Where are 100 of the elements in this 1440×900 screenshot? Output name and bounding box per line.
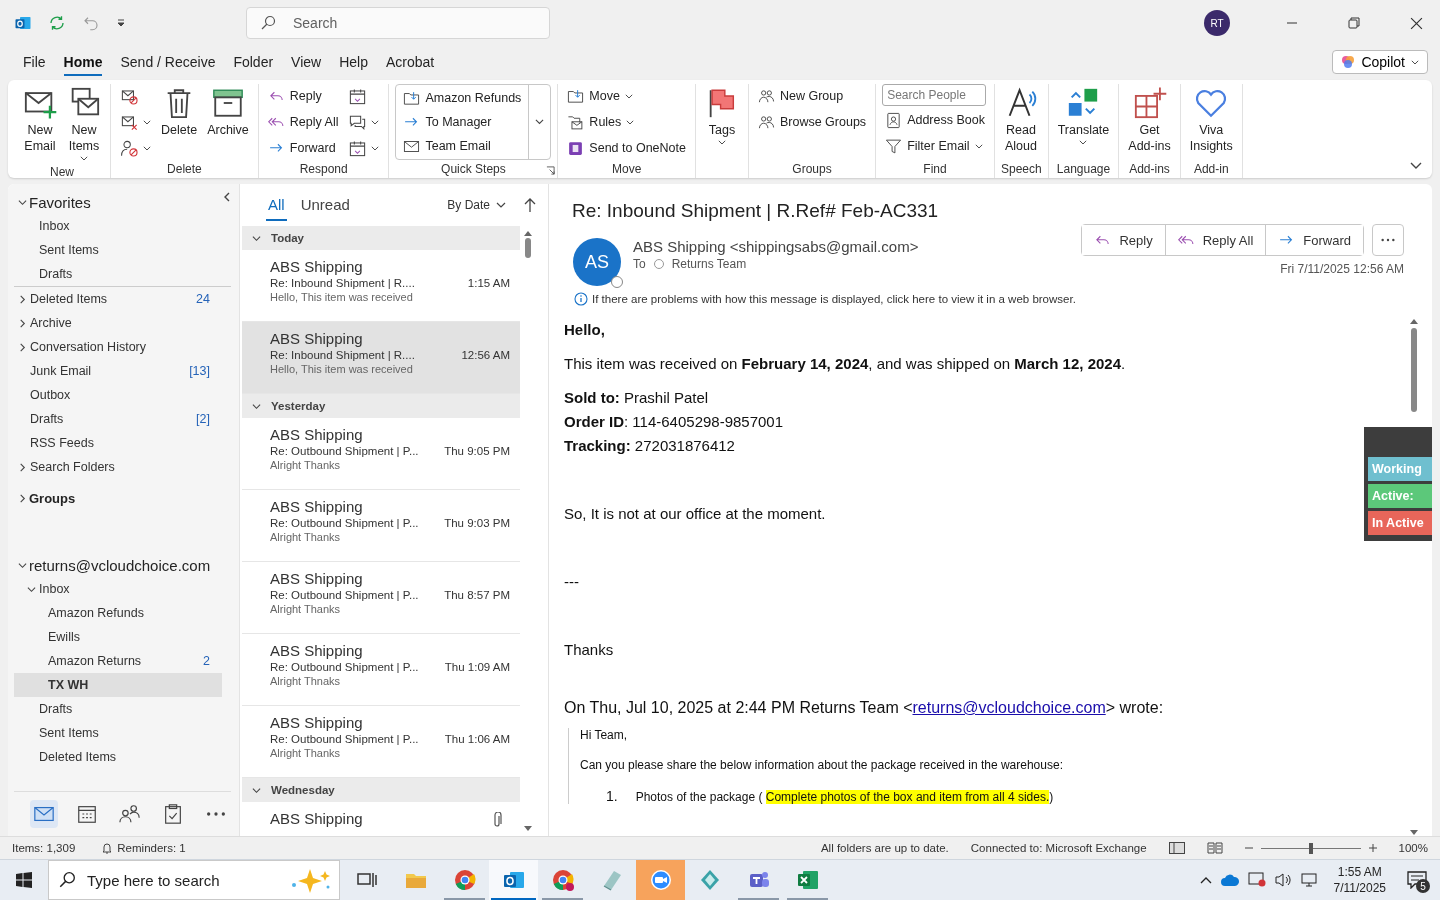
folder-item[interactable]: Sent Items — [14, 238, 222, 262]
folder-item[interactable]: Sent Items — [14, 721, 222, 745]
sort-arrow-icon[interactable] — [524, 197, 536, 213]
ribbon-button[interactable]: Read Aloud — [1000, 84, 1041, 156]
sync-icon[interactable] — [48, 14, 66, 32]
chevron-icon[interactable] — [252, 401, 261, 411]
speaker-icon[interactable] — [1273, 872, 1292, 888]
filter-tab[interactable]: All — [266, 189, 287, 221]
network-icon[interactable] — [1299, 872, 1318, 888]
chevron-icon[interactable] — [18, 198, 27, 207]
ribbon-button[interactable]: New Items — [64, 84, 104, 163]
ribbon-button[interactable]: Reply — [264, 84, 342, 108]
info-message[interactable]: If there are problems with how this message is displayed, click here to view it in a web browser. — [592, 293, 1076, 305]
email-action-button[interactable]: Reply — [1082, 225, 1166, 255]
quick-step[interactable]: Team Email — [400, 134, 525, 158]
filter-tab[interactable]: Unread — [298, 189, 352, 221]
folder-section-header[interactable]: returns@vcloudchoice.com — [14, 553, 211, 577]
quick-step[interactable]: Amazon Refunds — [400, 86, 525, 110]
ribbon-button[interactable]: New Group — [754, 84, 870, 108]
scroll-thumb[interactable] — [525, 238, 531, 258]
ribbon-button[interactable]: Forward — [264, 136, 342, 160]
ribbon-button[interactable]: Rules — [564, 110, 689, 134]
taskbar-search-field[interactable]: Type here to search — [48, 860, 340, 900]
message-item[interactable]: ABS Shipping Re: Outbound Shipment | P... Thu 8:57 PM Alright Thanks — [242, 562, 520, 634]
clipboard-icon[interactable] — [162, 803, 184, 825]
folder-item[interactable]: TX WH — [14, 673, 222, 697]
recipient-name[interactable]: Returns Team — [671, 257, 747, 271]
sort-dropdown[interactable]: By Date — [441, 197, 512, 213]
ribbon-button[interactable]: Get Add-ins — [1125, 84, 1174, 156]
search-field[interactable]: Search — [246, 7, 550, 39]
cloud-icon[interactable] — [1219, 873, 1240, 887]
chevron-icon[interactable] — [252, 233, 261, 243]
calendar-grid-icon[interactable] — [76, 803, 98, 825]
message-item[interactable]: ABS Shipping Re: Inbound Shipment | R.... 12:56 AM Hello, This item was received — [242, 322, 520, 394]
quick-step[interactable]: To Manager — [400, 110, 525, 134]
chevron-icon[interactable] — [18, 494, 27, 503]
ribbon-button[interactable]: Send to OneNote — [564, 136, 689, 160]
ribbon-button[interactable]: Address Book — [882, 108, 988, 132]
message-item[interactable]: ABS Shipping Re: Outbound Shipment | P... Thu 1:09 AM Alright Thnaks — [242, 634, 520, 706]
ribbon-button[interactable]: Browse Groups — [754, 110, 870, 134]
monitor-icon[interactable] — [1247, 872, 1266, 888]
group-header[interactable]: Today — [242, 226, 520, 250]
email-link[interactable]: returns@vcloudchoice.com — [912, 699, 1106, 716]
ribbon-button[interactable]: Delete — [158, 84, 201, 140]
folder-item[interactable]: Conversation History — [14, 335, 222, 359]
reminders-count[interactable]: Reminders: 1 — [117, 842, 186, 854]
folder-item[interactable]: Deleted Items — [14, 745, 222, 769]
folder-item[interactable]: Drafts — [14, 262, 222, 286]
folder-item[interactable]: RSS Feeds — [14, 431, 222, 455]
user-avatar[interactable]: RT — [1204, 10, 1230, 36]
menu-tab[interactable]: Send / Receive — [111, 48, 225, 76]
menu-tab[interactable]: Folder — [224, 48, 283, 76]
folder-item[interactable]: Ewills — [14, 625, 222, 649]
ribbon-button[interactable]: Filter Email — [882, 134, 988, 158]
search-people-field[interactable]: Search People — [882, 84, 987, 106]
folder-item[interactable]: Drafts — [14, 697, 222, 721]
scroll-thumb[interactable] — [1411, 328, 1417, 412]
ribbon-button[interactable]: New Email — [20, 84, 60, 156]
folder-item[interactable]: Inbox — [14, 577, 222, 601]
folder-item[interactable]: Deleted Items 24 — [14, 287, 222, 311]
ribbon-button[interactable]: Move — [564, 84, 689, 108]
folder-item[interactable]: Junk Email [13] — [14, 359, 222, 383]
folder-item[interactable]: Search Folders — [14, 455, 222, 479]
ribbon-button[interactable]: Viva Insights — [1186, 84, 1236, 156]
dialog-launcher-icon[interactable] — [546, 166, 556, 175]
clock-date[interactable]: 7/11/2025 — [1333, 880, 1386, 896]
scroll-down-icon[interactable] — [524, 826, 532, 832]
scroll-up-icon[interactable] — [524, 230, 532, 236]
folder-item[interactable]: Outbox — [14, 383, 222, 407]
scroll-up-icon[interactable] — [1410, 318, 1418, 324]
ribbon-button[interactable]: Translate — [1054, 84, 1113, 147]
folder-item[interactable]: Amazon Refunds — [14, 601, 222, 625]
ribbon-button[interactable]: Tags — [701, 84, 742, 147]
folder-item[interactable]: Drafts [2] — [14, 407, 222, 431]
chevron-icon[interactable] — [26, 584, 36, 594]
chevron-up-icon[interactable] — [1199, 876, 1212, 884]
group-header[interactable]: Yesterday — [242, 394, 520, 418]
menu-tab[interactable]: Help — [330, 48, 377, 76]
collapse-pane-icon[interactable] — [223, 192, 231, 202]
copilot-button[interactable]: Copilot — [1332, 50, 1428, 74]
people-outline-icon[interactable] — [119, 803, 141, 825]
folder-section-header[interactable]: Favorites — [14, 190, 91, 214]
clock-time[interactable]: 1:55 AM — [1337, 864, 1382, 880]
zoom-level[interactable]: 100% — [1398, 842, 1428, 854]
menu-tab[interactable]: Acrobat — [377, 48, 444, 76]
menu-tab[interactable]: Home — [54, 48, 112, 76]
folder-section-header[interactable]: Groups — [14, 487, 76, 509]
message-item[interactable]: ABS Shipping Re: Outbound Shipment | P... Thu 9:03 PM Alright Thanks — [242, 490, 520, 562]
taskbar-app[interactable] — [489, 860, 538, 900]
chevron-down-icon[interactable] — [1410, 162, 1422, 170]
chevron-icon[interactable] — [17, 342, 27, 352]
message-item[interactable]: ABS Shipping Re: Outbound Shipment | P... Thu 9:05 PM Alright Thanks — [242, 418, 520, 490]
reading-view-icon[interactable] — [1206, 842, 1223, 854]
folder-item[interactable]: Amazon Returns 2 — [14, 649, 222, 673]
notifications-button[interactable]: 5 — [1402, 865, 1432, 895]
chevron-icon[interactable] — [17, 318, 27, 328]
customize-toolbar-icon[interactable] — [116, 18, 126, 28]
chevron-icon[interactable] — [18, 561, 27, 570]
menu-tab[interactable]: View — [282, 48, 331, 76]
chevron-icon[interactable] — [252, 785, 261, 795]
